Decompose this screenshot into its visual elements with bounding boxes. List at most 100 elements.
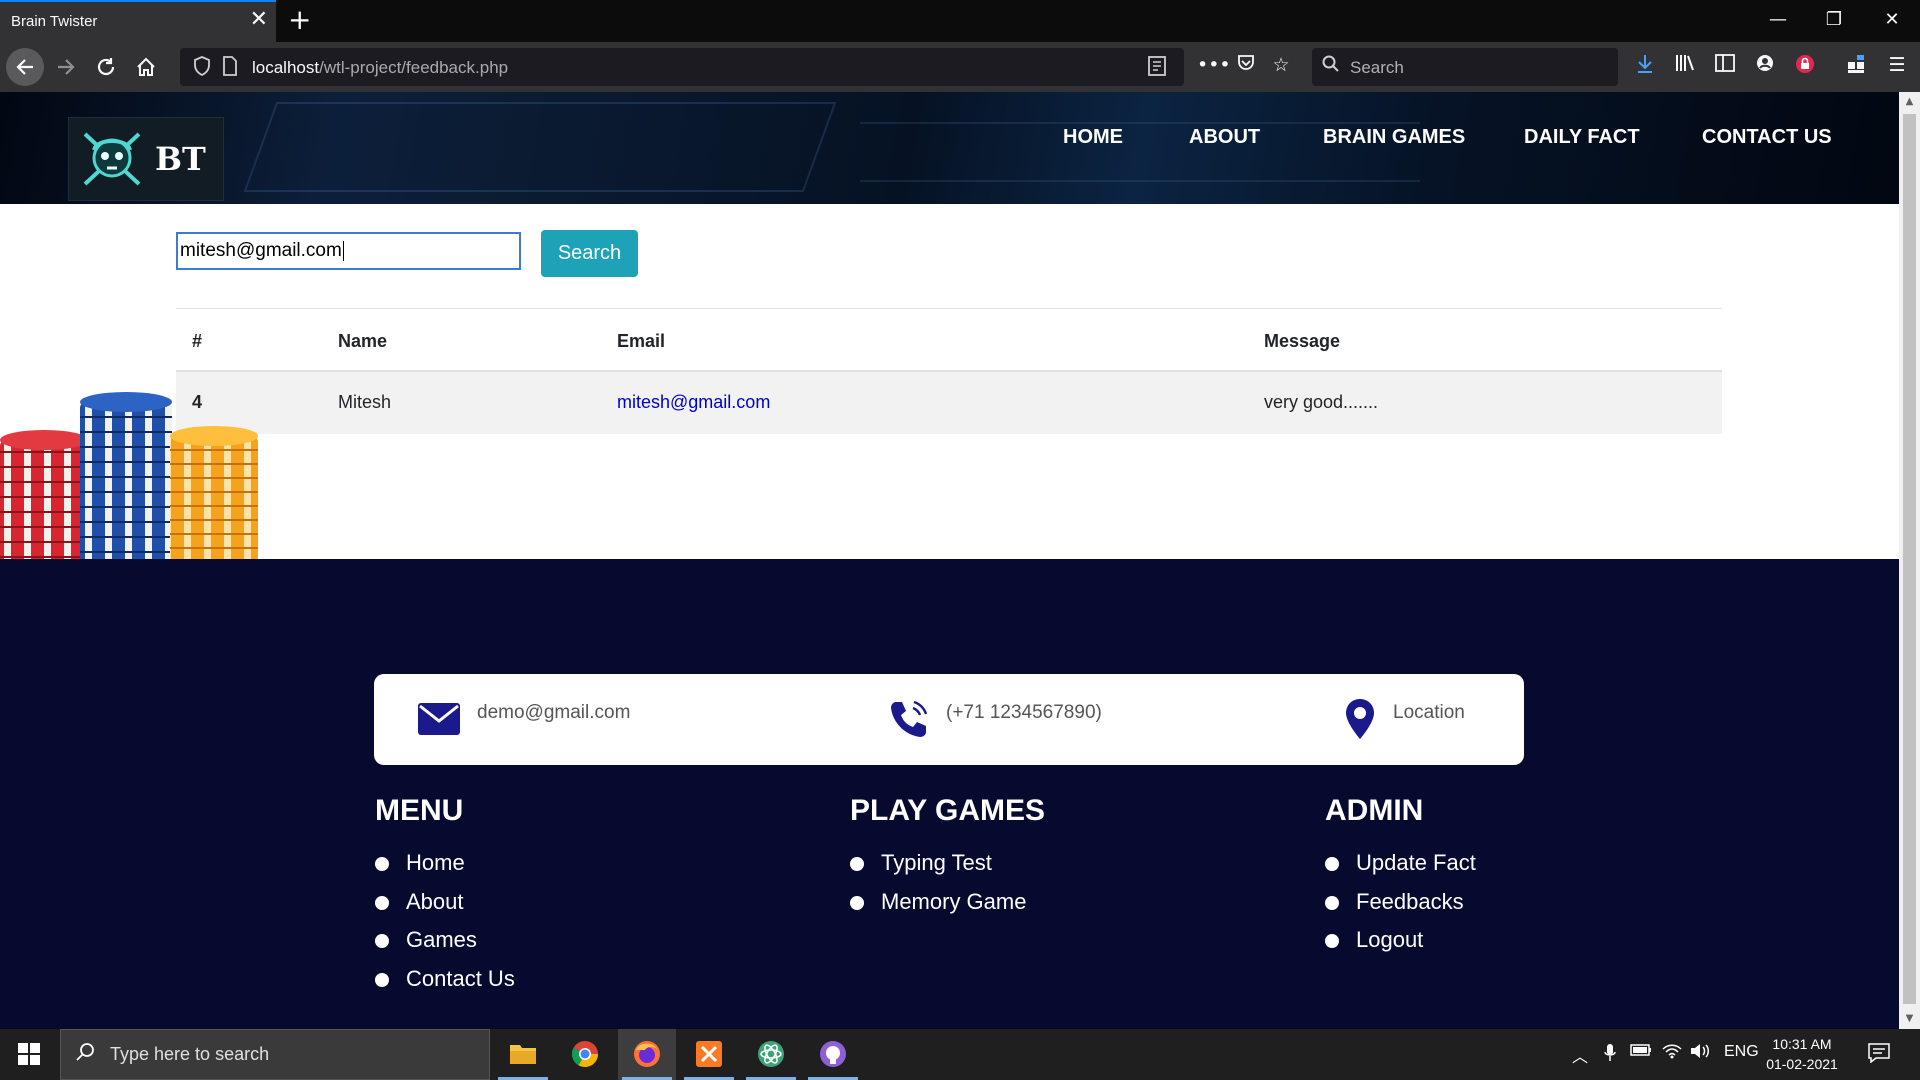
scroll-thumb[interactable] xyxy=(1903,114,1916,1004)
browser-search-placeholder: Search xyxy=(1350,58,1404,77)
footer-link-memory-game[interactable]: Memory Game xyxy=(850,889,1045,928)
show-hidden-icons-icon[interactable]: ︿ xyxy=(1572,1043,1588,1067)
github-desktop-icon[interactable] xyxy=(804,1029,862,1080)
browser-tab-bar: Brain Twister ✕ + — ❐ ✕ xyxy=(0,0,1920,42)
nav-contact-us[interactable]: CONTACT US xyxy=(1702,126,1832,149)
page-actions-icon[interactable]: ••• xyxy=(1197,54,1231,76)
firefox-icon[interactable] xyxy=(618,1029,676,1080)
skull-icon xyxy=(83,132,141,186)
search-icon xyxy=(75,1042,95,1067)
nav-about[interactable]: ABOUT xyxy=(1189,126,1260,149)
column-header-message: Message xyxy=(1264,331,1341,351)
column-header-id: # xyxy=(192,331,203,351)
restore-icon[interactable]: ❐ xyxy=(1814,8,1854,32)
address-bar[interactable]: localhost/wtl-project/feedback.php xyxy=(180,48,1184,86)
minimize-icon[interactable]: — xyxy=(1758,8,1798,32)
column-header-email: Email xyxy=(617,331,666,351)
clock-date: 01-02-2021 xyxy=(1766,1056,1838,1072)
scroll-down-arrow-icon[interactable]: ▼ xyxy=(1899,1009,1920,1029)
logo-text: BT xyxy=(155,140,206,178)
forward-arrow-icon[interactable] xyxy=(48,50,84,84)
table-header: # Name Email Message xyxy=(176,308,1722,372)
reload-icon[interactable] xyxy=(88,50,124,84)
cell-email-link[interactable]: mitesh@gmail.com xyxy=(617,392,770,413)
search-icon xyxy=(1322,55,1340,78)
taskbar-search-box[interactable]: Type here to search xyxy=(60,1029,490,1080)
windows-logo-icon xyxy=(18,1043,40,1065)
footer-link-feedbacks[interactable]: Feedbacks xyxy=(1325,889,1476,928)
browser-toolbar: localhost/wtl-project/feedback.php ••• ☆… xyxy=(0,42,1920,92)
footer-admin-heading: ADMIN xyxy=(1325,794,1424,827)
table-row: 4 Mitesh mitesh@gmail.com very good.....… xyxy=(176,372,1722,434)
browser-tab[interactable]: Brain Twister ✕ xyxy=(0,0,276,42)
footer-link-logout[interactable]: Logout xyxy=(1325,927,1476,966)
notification-center-icon[interactable] xyxy=(1868,1043,1890,1068)
footer-link-home[interactable]: Home xyxy=(375,850,515,889)
reader-view-icon[interactable] xyxy=(1148,56,1166,81)
back-arrow-icon[interactable] xyxy=(6,48,44,86)
account-icon[interactable] xyxy=(1751,54,1779,77)
home-icon[interactable] xyxy=(128,50,164,84)
footer-games-column: PLAY GAMES Typing Test Memory Game xyxy=(850,794,1045,927)
chrome-icon[interactable] xyxy=(556,1029,614,1080)
bookmark-star-icon[interactable]: ☆ xyxy=(1267,54,1295,76)
download-icon[interactable] xyxy=(1631,54,1659,79)
lock-addon-icon[interactable] xyxy=(1791,54,1819,79)
taskbar-search-placeholder: Type here to search xyxy=(110,1044,270,1064)
close-tab-icon[interactable]: ✕ xyxy=(250,9,268,31)
close-window-icon[interactable]: ✕ xyxy=(1872,8,1912,32)
phone-icon xyxy=(891,700,928,737)
microphone-icon[interactable] xyxy=(1604,1043,1616,1068)
footer-menu-heading: MENU xyxy=(375,794,464,827)
page-info-icon[interactable] xyxy=(222,56,238,81)
footer-link-typing-test[interactable]: Typing Test xyxy=(850,850,1045,889)
taskbar-clock[interactable]: 10:31 AM 01-02-2021 xyxy=(1762,1034,1842,1074)
library-icon[interactable] xyxy=(1671,54,1699,77)
url-text: localhost/wtl-project/feedback.php xyxy=(252,58,509,77)
windows-start-button[interactable] xyxy=(0,1029,58,1080)
browser-search-field[interactable]: Search xyxy=(1312,48,1618,86)
nav-daily-fact[interactable]: DAILY FACT xyxy=(1524,126,1640,149)
site-footer: demo@gmail.com (+71 1234567890) Location… xyxy=(0,559,1899,1029)
shield-icon[interactable] xyxy=(194,56,210,81)
new-tab-button[interactable]: + xyxy=(288,4,311,36)
nav-brain-games[interactable]: BRAIN GAMES xyxy=(1323,126,1465,149)
tab-title: Brain Twister xyxy=(11,13,98,30)
file-explorer-icon[interactable] xyxy=(494,1029,552,1080)
poker-chips-image xyxy=(0,392,258,576)
footer-link-update-fact[interactable]: Update Fact xyxy=(1325,850,1476,889)
site-logo[interactable]: BT xyxy=(68,117,224,201)
footer-menu-column: MENU Home About Games Contact Us xyxy=(375,794,515,1004)
footer-games-heading: PLAY GAMES xyxy=(850,794,1046,827)
clock-time: 10:31 AM xyxy=(1772,1036,1832,1052)
contact-phone: (+71 1234567890) xyxy=(946,702,1102,723)
feedback-search-input[interactable]: mitesh@gmail.com xyxy=(176,232,521,270)
contact-email: demo@gmail.com xyxy=(477,702,631,723)
xampp-icon[interactable] xyxy=(680,1029,738,1080)
footer-link-games[interactable]: Games xyxy=(375,927,515,966)
sidebar-icon[interactable] xyxy=(1711,54,1739,77)
cell-name: Mitesh xyxy=(338,392,392,412)
extensions-icon[interactable] xyxy=(1843,54,1871,79)
scroll-up-arrow-icon[interactable]: ▲ xyxy=(1899,92,1920,112)
contact-card: demo@gmail.com (+71 1234567890) Location xyxy=(374,674,1524,765)
language-indicator[interactable]: ENG xyxy=(1724,1043,1759,1061)
nav-home[interactable]: HOME xyxy=(1063,126,1123,149)
footer-link-about[interactable]: About xyxy=(375,889,515,928)
battery-icon[interactable] xyxy=(1630,1043,1652,1062)
footer-admin-column: ADMIN Update Fact Feedbacks Logout xyxy=(1325,794,1476,966)
search-button[interactable]: Search xyxy=(541,230,638,277)
page-scrollbar[interactable]: ▲ ▼ xyxy=(1899,92,1920,1029)
volume-icon[interactable] xyxy=(1690,1043,1710,1064)
location-pin-icon xyxy=(1346,699,1374,739)
header-decoration xyxy=(243,102,837,192)
pocket-icon[interactable] xyxy=(1232,54,1260,77)
column-header-name: Name xyxy=(338,331,388,351)
page-viewport: BT HOME ABOUT BRAIN GAMES DAILY FACT CON… xyxy=(0,92,1899,1029)
hamburger-menu-icon[interactable]: ☰ xyxy=(1883,54,1911,76)
wifi-icon[interactable] xyxy=(1662,1043,1682,1064)
footer-link-contact-us[interactable]: Contact Us xyxy=(375,966,515,1005)
cell-message: very good....... xyxy=(1264,392,1379,412)
atom-editor-icon[interactable] xyxy=(742,1029,800,1080)
contact-location: Location xyxy=(1393,702,1465,723)
